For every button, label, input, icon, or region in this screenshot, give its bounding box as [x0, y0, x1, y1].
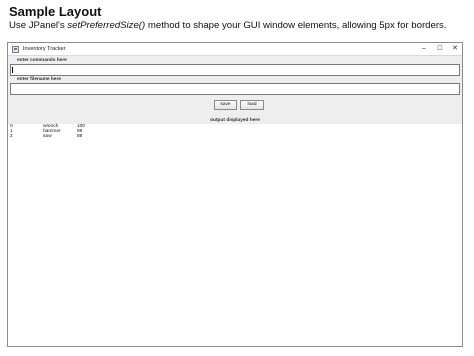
window-title: Inventory Tracker [23, 46, 66, 52]
document-subtitle: Use JPanel's setPreferredSize() method t… [9, 20, 447, 31]
commands-input[interactable] [10, 64, 460, 76]
document-heading: Sample Layout [9, 4, 102, 19]
minimize-icon[interactable]: – [416, 43, 432, 55]
close-icon[interactable]: ✕ [447, 43, 463, 55]
output-text-area[interactable]: 0 wrench 100 1 hammer 99 2 saw 88 [10, 124, 460, 344]
subtitle-suffix: method to shape your GUI window elements… [145, 20, 447, 31]
subtitle-prefix: Use JPanel's [9, 20, 68, 31]
item-quantity: 88 [77, 134, 83, 139]
item-id: 2 [10, 134, 13, 139]
text-caret [12, 67, 13, 73]
subtitle-method: setPreferredSize() [67, 20, 146, 31]
maximize-icon[interactable]: ☐ [432, 43, 448, 55]
java-window-icon [12, 46, 19, 53]
save-button[interactable]: save [214, 100, 237, 110]
filename-input[interactable] [10, 83, 460, 95]
app-window: Inventory Tracker – ☐ ✕ enter commands h… [7, 42, 463, 347]
item-name: saw [43, 134, 52, 139]
output-row: 2 saw 88 [10, 134, 460, 140]
load-button[interactable]: load [240, 100, 264, 110]
title-bar[interactable]: Inventory Tracker – ☐ ✕ [8, 43, 462, 56]
